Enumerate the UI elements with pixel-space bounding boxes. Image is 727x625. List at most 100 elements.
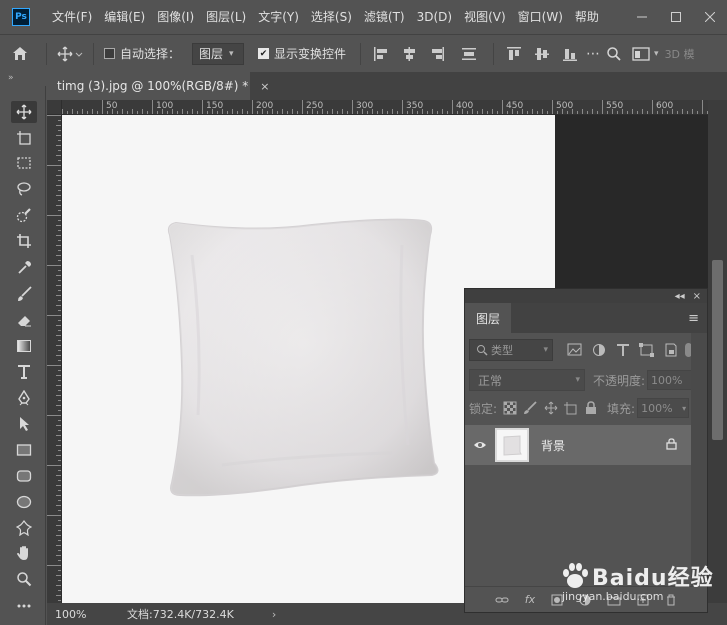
menu-view[interactable]: 视图(V) [458,0,512,34]
vertical-scrollbar[interactable] [708,100,727,603]
status-menu-arrow[interactable]: › [272,608,276,621]
ruler-tick [292,109,293,114]
trash-icon[interactable] [665,594,677,606]
fx-icon[interactable]: fx [525,593,535,606]
show-transform-checkbox[interactable]: ✔ [258,48,270,59]
zoom-level-field[interactable]: 100% [55,608,109,621]
tab-layers[interactable]: 图层 [465,303,511,333]
lock-transparent-icon[interactable] [501,401,521,415]
tab-close-icon[interactable]: × [260,80,269,93]
ruler-tick [512,109,513,114]
layer-name[interactable]: 背景 [541,437,666,454]
ruler-tick [407,111,408,114]
align-horizontal-center-icon[interactable] [401,46,417,62]
lock-icon[interactable] [666,437,677,453]
menu-type[interactable]: 文字(Y) [252,0,305,34]
rounded-rectangle-tool[interactable] [11,465,37,487]
ruler-tick [56,295,61,296]
menu-file[interactable]: 文件(F) [46,0,98,34]
auto-select-toggle[interactable]: 自动选择： [104,45,180,62]
shape-layer-filter-icon[interactable] [635,343,659,357]
eraser-tool[interactable] [11,309,37,331]
adjustment-layer-filter-icon[interactable] [587,343,611,357]
workspace-icon[interactable] [632,46,650,61]
eyedropper-tool[interactable] [11,257,37,279]
blend-mode-value: 正常 [478,373,503,388]
gradient-tool[interactable] [11,335,37,357]
marquee-tool[interactable] [11,152,37,174]
ruler-tick [58,200,61,201]
zoom-tool[interactable] [11,568,37,590]
lock-position-icon[interactable] [541,401,561,415]
menu-window[interactable]: 窗口(W) [512,0,569,34]
ruler-tick [172,109,173,114]
custom-shape-tool[interactable] [11,517,37,539]
collapse-panel-icon[interactable]: ◂◂ [675,291,685,302]
ruler-tick [56,585,61,586]
quick-selection-tool[interactable] [11,204,37,226]
minimize-button[interactable] [625,0,659,34]
menu-filter[interactable]: 滤镜(T) [358,0,411,34]
move-tool-preset[interactable] [53,46,87,62]
brush-tool[interactable] [11,283,37,305]
rectangle-tool[interactable] [11,439,37,461]
type-layer-filter-icon[interactable] [611,343,635,357]
artboard-tool[interactable] [11,127,37,149]
home-button[interactable] [0,46,40,61]
menu-image[interactable]: 图像(I) [151,0,200,34]
lock-all-icon[interactable] [581,401,601,415]
align-bottom-icon[interactable] [562,46,578,62]
ruler-origin[interactable] [47,100,62,115]
ruler-tick [58,150,61,151]
ruler-tick [247,111,248,114]
more-tools-button[interactable] [11,595,37,617]
type-tool[interactable] [11,361,37,383]
show-transform-toggle[interactable]: ✔ 显示变换控件 [258,45,346,62]
ellipse-tool[interactable] [11,491,37,513]
close-panel-icon[interactable]: × [693,291,701,302]
scrollbar-thumb[interactable] [712,260,723,440]
maximize-button[interactable] [659,0,693,34]
lasso-tool[interactable] [11,178,37,200]
link-icon[interactable] [495,595,509,605]
layer-row[interactable]: 背景 [465,425,691,465]
lock-artboard-icon[interactable] [561,401,581,415]
align-left-icon[interactable] [373,46,389,62]
lock-pixels-icon[interactable] [521,401,541,415]
align-right-icon[interactable] [429,46,445,62]
search-icon[interactable] [606,46,622,62]
opacity-value: 100% [651,373,683,387]
document-tab[interactable]: timg (3).jpg @ 100%(RGB/8#) * × [47,72,269,100]
menu-select[interactable]: 选择(S) [305,0,358,34]
vertical-ruler[interactable] [47,115,62,603]
smart-object-filter-icon[interactable] [659,343,683,357]
visibility-toggle[interactable] [465,440,495,450]
auto-select-checkbox[interactable] [104,48,115,59]
crop-tool[interactable] [11,230,37,252]
horizontal-ruler[interactable]: 50 100 150 200 250 300 350 400 450 500 5… [62,100,708,115]
layer-thumbnail[interactable] [495,428,529,462]
menu-edit[interactable]: 编辑(E) [98,0,151,34]
auto-select-dropdown[interactable]: 图层 ▾ [192,42,245,65]
blend-mode-dropdown[interactable]: 正常 ▾ [469,369,585,391]
close-window-button[interactable] [693,0,727,34]
distribute-vertical-icon[interactable] [461,46,477,62]
path-selection-tool[interactable] [11,413,37,435]
menu-3d[interactable]: 3D(D) [411,0,458,34]
hand-tool[interactable] [11,542,37,564]
ruler-tick [122,109,123,114]
more-options-icon[interactable]: ⋯ [584,46,602,62]
ruler-tick [58,590,61,591]
align-top-icon[interactable] [506,46,522,62]
move-tool[interactable] [11,101,37,123]
ruler-tick [56,195,61,196]
menu-help[interactable]: 帮助 [569,0,605,34]
align-vertical-center-icon[interactable] [534,46,550,62]
pixel-layer-filter-icon[interactable] [563,343,587,357]
tools-collapse-toggle[interactable]: » [0,72,46,86]
pen-tool[interactable] [11,387,37,409]
menu-layer[interactable]: 图层(L) [200,0,252,34]
panel-menu-icon[interactable]: ≡ [688,311,699,326]
layer-filter-dropdown[interactable]: 类型 ▾ [469,339,553,361]
fill-field[interactable]: 100% ▾ [637,398,690,418]
